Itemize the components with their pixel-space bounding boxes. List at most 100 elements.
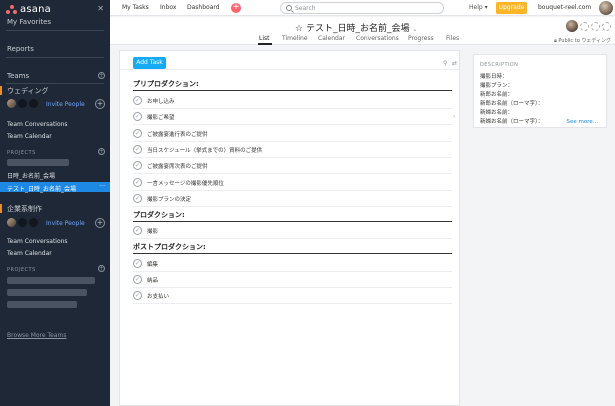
task-name[interactable]: 当日スケジュール（挙式までの）資料のご提供 bbox=[147, 146, 262, 154]
add-member-placeholder[interactable] bbox=[602, 21, 611, 31]
task-row[interactable]: ✓ 撮影ご希望 bbox=[133, 109, 452, 125]
task-row[interactable]: ✓ 一言メッセージの撮影優先順位 bbox=[133, 175, 452, 191]
star-icon[interactable]: ☆ bbox=[295, 24, 303, 34]
avatar[interactable] bbox=[18, 99, 27, 108]
chevron-down-icon[interactable]: ⌄ bbox=[412, 26, 417, 33]
workspace-domain[interactable]: bouquet-reel.com bbox=[538, 4, 591, 11]
nav-dashboard[interactable]: Dashboard bbox=[187, 4, 220, 11]
tab-calendar[interactable]: Calendar bbox=[318, 35, 345, 42]
avatar[interactable] bbox=[18, 218, 27, 227]
task-row[interactable]: ✓ お支払い bbox=[133, 288, 452, 304]
add-project-icon[interactable]: + bbox=[98, 265, 105, 272]
add-task-button[interactable]: Add Task bbox=[133, 57, 166, 69]
avatar[interactable] bbox=[29, 99, 38, 108]
check-icon[interactable]: ✓ bbox=[133, 161, 142, 170]
section-header[interactable]: プロダクション: bbox=[133, 210, 185, 220]
check-icon[interactable]: ✓ bbox=[133, 96, 142, 105]
tab-list[interactable]: List bbox=[259, 35, 270, 42]
chevron-right-icon[interactable]: › bbox=[453, 113, 455, 120]
task-name[interactable]: お支払い bbox=[147, 292, 169, 300]
add-project-icon[interactable]: + bbox=[98, 148, 105, 155]
project-members[interactable] bbox=[566, 20, 611, 32]
tab-files[interactable]: Files bbox=[446, 35, 459, 42]
avatar[interactable] bbox=[29, 218, 38, 227]
nav-inbox[interactable]: Inbox bbox=[160, 4, 176, 11]
check-icon[interactable]: ✓ bbox=[133, 178, 142, 187]
see-more-link[interactable]: See more... bbox=[567, 119, 599, 125]
upgrade-button[interactable]: Upgrade bbox=[496, 2, 527, 14]
privacy-label[interactable]: 🔒︎ Public to ウェディング bbox=[554, 37, 611, 44]
task-name[interactable]: 納品 bbox=[147, 276, 158, 284]
team-calendar-link[interactable]: Team Calendar bbox=[7, 133, 52, 140]
avatar[interactable] bbox=[566, 20, 578, 32]
add-member-placeholder[interactable] bbox=[591, 21, 600, 31]
invite-people-link[interactable]: Invite People bbox=[46, 101, 85, 108]
section-header[interactable]: ポストプロダクション: bbox=[133, 242, 206, 252]
avatar[interactable] bbox=[7, 99, 16, 108]
help-menu[interactable]: Help ▾ bbox=[469, 4, 488, 11]
task-name[interactable]: 一言メッセージの撮影優先順位 bbox=[147, 179, 224, 187]
project-title[interactable]: ☆ テスト_日時_お名前_会場 ⌄ bbox=[295, 21, 417, 34]
task-name[interactable]: 編集 bbox=[147, 260, 158, 268]
task-name[interactable]: 撮影 bbox=[147, 227, 158, 235]
team-conversations-link[interactable]: Team Conversations bbox=[7, 121, 68, 128]
task-row[interactable]: ✓ 撮影プランの決定 bbox=[133, 191, 452, 207]
task-row[interactable]: ✓ 納品 bbox=[133, 272, 452, 288]
check-icon[interactable]: ✓ bbox=[133, 112, 142, 121]
more-icon[interactable]: ··· bbox=[99, 183, 105, 190]
sidebar-project-active[interactable]: テスト_日時_お名前_会場 ··· bbox=[0, 182, 110, 193]
tab-conversations[interactable]: Conversations bbox=[356, 35, 399, 42]
task-row[interactable]: ✓ ご披露宴進行表のご提供 bbox=[133, 126, 452, 142]
task-name[interactable]: 撮影プランの決定 bbox=[147, 195, 191, 203]
quick-add-button[interactable]: + bbox=[231, 3, 241, 13]
task-row[interactable]: ✓ 撮影 bbox=[133, 223, 452, 239]
nav-my-tasks[interactable]: My Tasks bbox=[122, 4, 149, 11]
task-row[interactable]: ✓ 編集 bbox=[133, 256, 452, 272]
check-icon[interactable]: ✓ bbox=[133, 129, 142, 138]
reports-link[interactable]: Reports bbox=[7, 45, 34, 53]
redacted-project[interactable] bbox=[7, 289, 87, 296]
add-member-icon[interactable]: + bbox=[95, 218, 105, 228]
tab-timeline[interactable]: Timeline bbox=[282, 35, 308, 42]
task-row[interactable]: ✓ お申し込み bbox=[133, 93, 452, 109]
add-member-placeholder[interactable] bbox=[580, 21, 589, 31]
check-icon[interactable]: ✓ bbox=[133, 226, 142, 235]
teams-heading: Teams bbox=[7, 72, 30, 80]
tab-progress[interactable]: Progress bbox=[408, 35, 434, 42]
redacted-project[interactable] bbox=[7, 159, 69, 166]
redacted-project[interactable] bbox=[7, 277, 95, 284]
my-favorites[interactable]: My Favorites bbox=[7, 18, 51, 26]
description-pane[interactable]: DESCRIPTION 撮影日時： 撮影プラン： 新郎お名前： 新郎お名前（ロー… bbox=[473, 54, 607, 128]
avatar[interactable] bbox=[7, 218, 16, 227]
team-calendar-link[interactable]: Team Calendar bbox=[7, 250, 52, 257]
asana-logo[interactable]: asana bbox=[6, 4, 51, 15]
search-input[interactable]: Search bbox=[280, 2, 444, 14]
add-team-icon[interactable]: + bbox=[98, 72, 105, 79]
add-member-icon[interactable]: + bbox=[95, 99, 105, 109]
section-header[interactable]: プリプロダクション: bbox=[133, 79, 199, 89]
task-row[interactable]: ✓ 当日スケジュール（挙式までの）資料のご提供 bbox=[133, 142, 452, 158]
team-corporate[interactable]: 企業系制作 bbox=[0, 204, 110, 214]
team-members[interactable] bbox=[7, 218, 38, 227]
close-sidebar-icon[interactable]: ✕ bbox=[97, 4, 104, 13]
person-icon[interactable]: ⚲ bbox=[443, 60, 447, 67]
task-row[interactable]: ✓ ご披露宴席次表のご提供 bbox=[133, 158, 452, 174]
task-name[interactable]: 撮影ご希望 bbox=[147, 113, 175, 121]
sidebar-project-item[interactable]: 日時_お名前_会場 bbox=[7, 171, 55, 180]
check-icon[interactable]: ✓ bbox=[133, 194, 142, 203]
check-icon[interactable]: ✓ bbox=[133, 145, 142, 154]
check-icon[interactable]: ✓ bbox=[133, 275, 142, 284]
team-wedding[interactable]: ウェディング bbox=[0, 86, 110, 96]
sort-icon[interactable]: ⇄ bbox=[452, 60, 457, 67]
task-name[interactable]: お申し込み bbox=[147, 97, 175, 105]
check-icon[interactable]: ✓ bbox=[133, 259, 142, 268]
team-members[interactable] bbox=[7, 99, 38, 108]
invite-people-link[interactable]: Invite People bbox=[46, 220, 85, 227]
check-icon[interactable]: ✓ bbox=[133, 291, 142, 300]
browse-more-teams-link[interactable]: Browse More Teams bbox=[7, 332, 67, 339]
task-name[interactable]: ご披露宴進行表のご提供 bbox=[147, 130, 208, 138]
team-conversations-link[interactable]: Team Conversations bbox=[7, 238, 68, 245]
user-avatar[interactable] bbox=[599, 1, 613, 15]
redacted-project[interactable] bbox=[7, 301, 77, 308]
task-name[interactable]: ご披露宴席次表のご提供 bbox=[147, 162, 208, 170]
